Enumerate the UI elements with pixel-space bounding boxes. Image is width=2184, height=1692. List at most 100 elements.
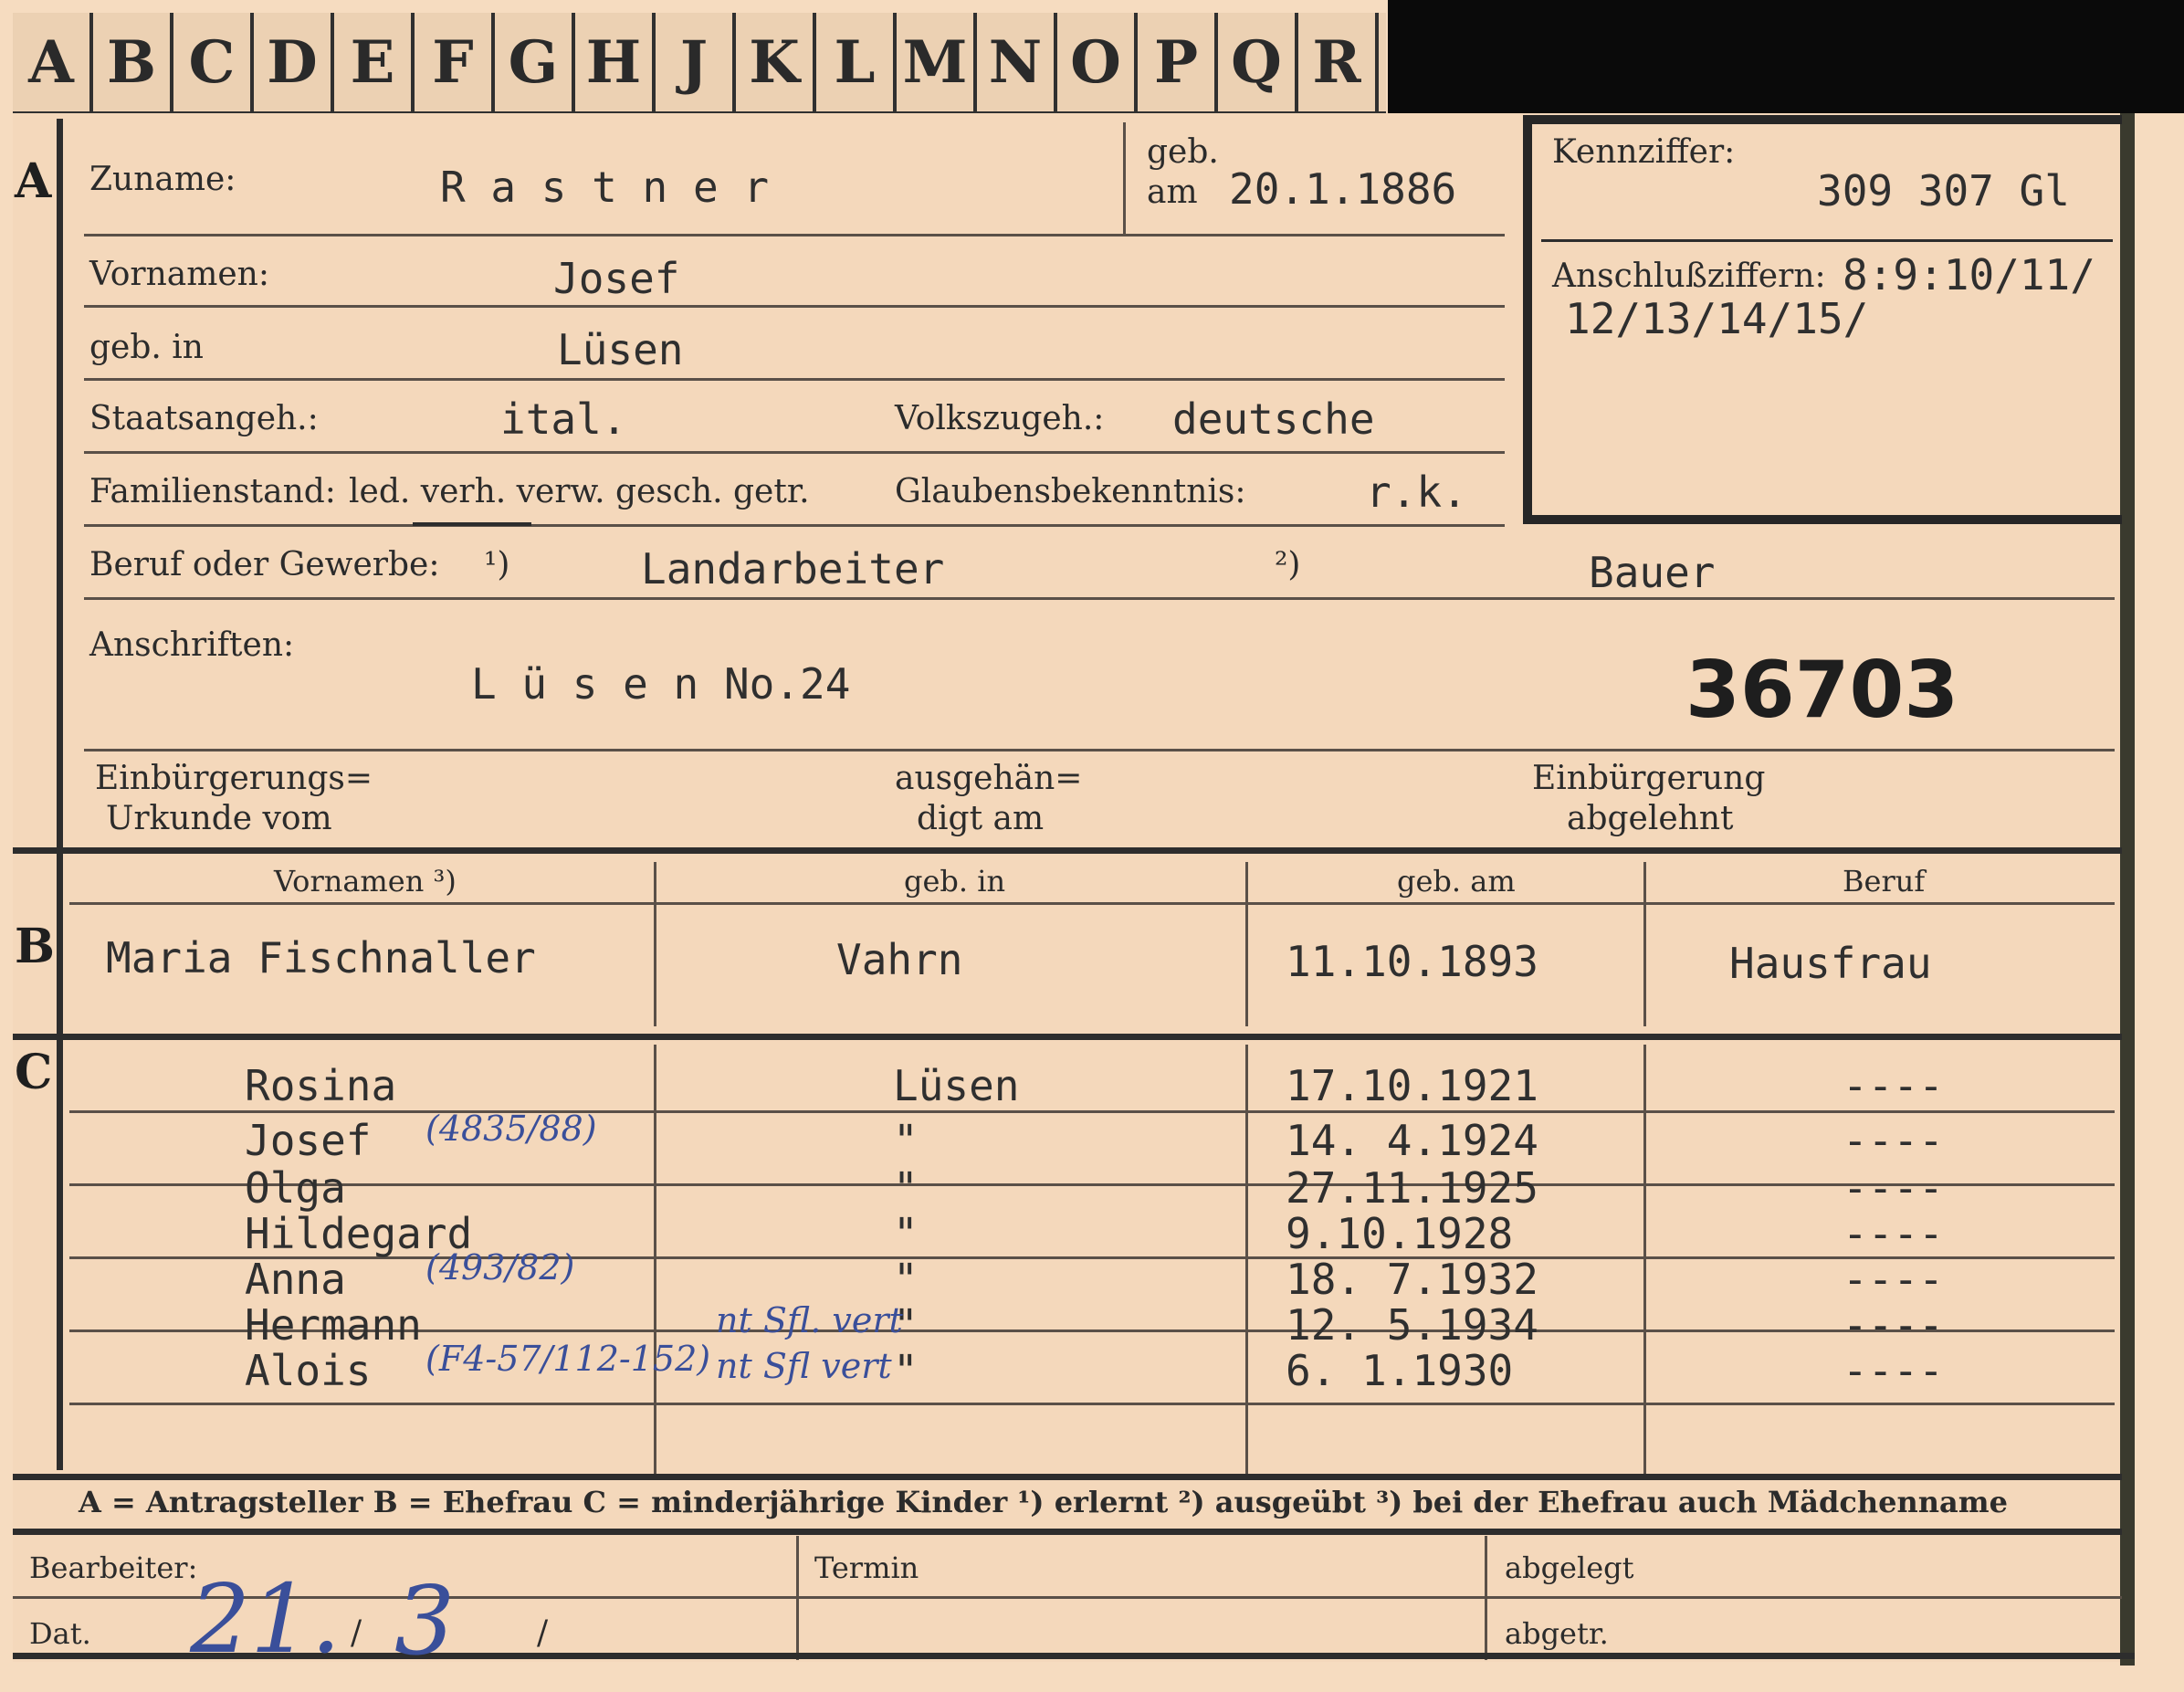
- birthplace-value: Lüsen: [557, 325, 684, 374]
- child-handwritten-note: (493/82): [425, 1247, 575, 1287]
- child-birthdate: 12. 5.1934: [1286, 1300, 1538, 1350]
- rule: [84, 234, 1505, 236]
- anschlussziffern-label: Anschlußziffern:: [1552, 257, 1826, 295]
- child-handwritten-place-note: nt Sfl. vert: [716, 1300, 903, 1340]
- child-birthdate: 27.11.1925: [1286, 1163, 1538, 1213]
- dat-slash-2: /: [537, 1614, 549, 1652]
- anschlussziffern-value-1: 8:9:10/11/: [1843, 250, 2095, 300]
- alphabet-tab-g[interactable]: G: [495, 13, 575, 111]
- child-occupation: ----: [1843, 1300, 1944, 1350]
- child-handwritten-note: (4835/88): [425, 1109, 597, 1149]
- wife-name: Maria Fischnaller: [106, 933, 536, 983]
- section-marker-c: C: [15, 1045, 53, 1100]
- alphabet-tab-l[interactable]: L: [816, 13, 897, 111]
- alphabet-tab-o[interactable]: O: [1057, 13, 1138, 111]
- wife-birthdate: 11.10.1893: [1286, 937, 1538, 986]
- child-name: Olga: [245, 1163, 346, 1213]
- child-birthdate: 6. 1.1930: [1286, 1346, 1514, 1395]
- glaubensbekenntnis-value: r.k.: [1366, 468, 1467, 517]
- anschlussziffern-value-2: 12/13/14/15/: [1565, 294, 1869, 343]
- rule: [796, 1536, 799, 1660]
- alphabet-tab-e[interactable]: E: [334, 13, 415, 111]
- section-marker-b: B: [15, 919, 55, 974]
- stamp-number: 36703: [1685, 645, 1959, 736]
- volkszugehoerigkeit-label: Volkszugeh.:: [895, 400, 1105, 437]
- rule: [84, 305, 1505, 308]
- rule: [1485, 1536, 1487, 1660]
- alphabet-tab-p[interactable]: P: [1138, 13, 1218, 111]
- ausgehaendigt-label-1: ausgehän=: [895, 760, 1083, 797]
- rule: [69, 1183, 2115, 1186]
- alphabet-tab-d[interactable]: D: [254, 13, 334, 111]
- familienstand-label: Familienstand:: [89, 473, 336, 510]
- rule: [84, 524, 1505, 527]
- alphabet-tab-f[interactable]: F: [415, 13, 495, 111]
- einbuergerung-abgelehnt-label-1: Einbürgerung: [1532, 760, 1766, 797]
- section-divider: [13, 847, 2122, 854]
- alphabet-tab-n[interactable]: N: [977, 13, 1057, 111]
- legend: A = Antragsteller B = Ehefrau C = minder…: [79, 1485, 2008, 1519]
- beruf-footnote-2: ²): [1275, 546, 1301, 583]
- alphabet-tab-a[interactable]: A: [13, 13, 93, 111]
- rule: [84, 451, 1505, 454]
- child-birthplace: ": [893, 1116, 919, 1165]
- alphabet-tab-m[interactable]: M: [897, 13, 977, 111]
- child-handwritten-note: (F4-57/112-152): [425, 1339, 711, 1379]
- geb-label: geb.: [1147, 133, 1219, 171]
- wife-birthplace: Vahrn: [836, 935, 963, 984]
- anschriften-label: Anschriften:: [89, 626, 295, 664]
- staatsangehoerigkeit-value: ital.: [500, 394, 627, 444]
- section-divider: [13, 1529, 2122, 1535]
- verh-underline: [413, 522, 531, 526]
- alphabet-tab-k[interactable]: K: [736, 13, 816, 111]
- alphabet-tab-h[interactable]: H: [575, 13, 656, 111]
- card-edge: [2120, 113, 2135, 1666]
- section-divider: [13, 1474, 2122, 1480]
- header-geb-am: geb. am: [1397, 864, 1516, 899]
- dat-month-handwritten: 3: [394, 1565, 456, 1676]
- alphabet-tab-bar: ABCDEFGHJKLMNOPQR: [13, 13, 1386, 117]
- alphabet-tab-c[interactable]: C: [173, 13, 254, 111]
- section-divider: [13, 1034, 2122, 1040]
- child-name: Hermann: [245, 1300, 422, 1350]
- rule: [84, 749, 2115, 751]
- rule: [84, 378, 1505, 381]
- rule: [69, 1110, 2115, 1113]
- glaubensbekenntnis-label: Glaubensbekenntnis:: [895, 473, 1246, 510]
- abgelegt-label: abgelegt: [1505, 1550, 1634, 1585]
- familienstand-options: led. verh. verw. gesch. getr.: [349, 473, 810, 510]
- alphabet-tab-r[interactable]: R: [1298, 13, 1379, 111]
- rule: [654, 1045, 656, 1474]
- child-birthdate: 18. 7.1932: [1286, 1255, 1538, 1304]
- child-birthplace: ": [893, 1255, 919, 1304]
- staatsangehoerigkeit-label: Staatsangeh.:: [89, 400, 319, 437]
- child-occupation: ----: [1843, 1116, 1944, 1165]
- header-beruf: Beruf: [1843, 864, 1926, 899]
- child-name: Alois: [245, 1346, 372, 1395]
- child-occupation: ----: [1843, 1346, 1944, 1395]
- left-margin-line: [57, 119, 63, 1470]
- child-occupation: ----: [1843, 1209, 1944, 1258]
- child-occupation: ----: [1843, 1255, 1944, 1304]
- rule: [1643, 1045, 1646, 1474]
- kennziffer-value: 309 307 Gl: [1817, 166, 2070, 215]
- volkszugehoerigkeit-value: deutsche: [1172, 394, 1375, 444]
- beruf-label: Beruf oder Gewerbe:: [89, 546, 440, 583]
- einbuergerung-abgelehnt-label-2: abgelehnt: [1567, 800, 1734, 837]
- rule: [1245, 862, 1248, 1026]
- rule: [1541, 239, 2113, 242]
- alphabet-tab-q[interactable]: Q: [1218, 13, 1298, 111]
- child-birthdate: 14. 4.1924: [1286, 1116, 1538, 1165]
- beruf-footnote-1: ¹): [484, 546, 510, 583]
- rule: [69, 902, 2115, 905]
- alphabet-tab-j[interactable]: J: [656, 13, 736, 111]
- child-birthplace: ": [893, 1346, 919, 1395]
- alphabet-tab-b[interactable]: B: [93, 13, 173, 111]
- wife-occupation: Hausfrau: [1729, 939, 1932, 988]
- child-occupation: ----: [1843, 1163, 1944, 1213]
- zuname-label: Zuname:: [89, 161, 236, 198]
- anschrift-value: L ü s e n No.24: [471, 659, 851, 709]
- birth-date-value: 20.1.1886: [1229, 164, 1457, 214]
- beruf-ausgeuebt-value: Bauer: [1589, 548, 1716, 597]
- rule: [1123, 122, 1126, 234]
